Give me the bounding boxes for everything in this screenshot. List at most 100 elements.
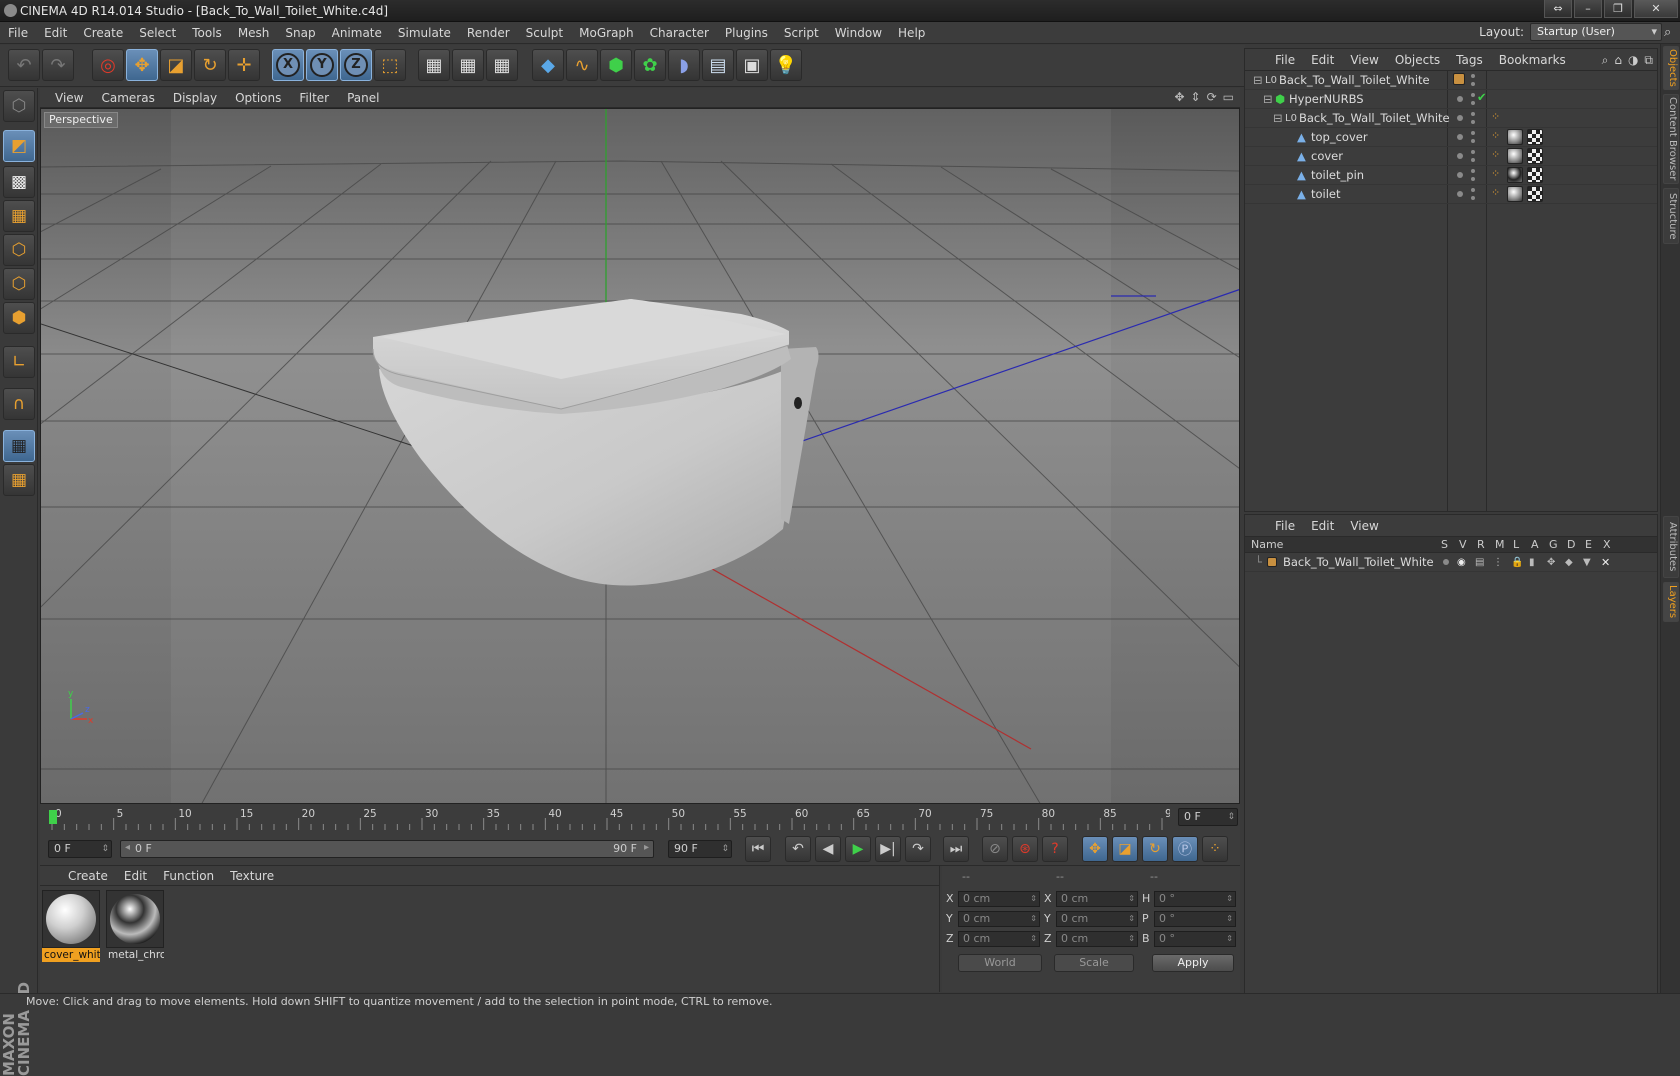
menu-file[interactable]: File <box>0 26 36 40</box>
search-icon[interactable]: ⌕ <box>1664 25 1680 41</box>
editor-visibility-dot[interactable] <box>1471 131 1475 135</box>
scale-tool-icon[interactable]: ◪ <box>160 49 192 81</box>
weight-tag-icon[interactable]: ⁘ <box>1491 186 1503 200</box>
layer-dot[interactable] <box>1457 172 1463 178</box>
key-position-icon[interactable]: ✥ <box>1082 836 1108 862</box>
make-editable-icon[interactable]: ⬡ <box>3 90 35 122</box>
array-cloner-icon[interactable]: ✿ <box>634 49 666 81</box>
autokeying-icon[interactable]: ⊛ <box>1012 836 1038 862</box>
minimize-button[interactable]: – <box>1574 0 1602 18</box>
editor-visibility-dot[interactable] <box>1471 188 1475 192</box>
rotate-tool-icon[interactable]: ↻ <box>194 49 226 81</box>
timeline-ruler[interactable]: 051015202530354045505560657075808590 0 F <box>40 804 1240 832</box>
spline-pen-icon[interactable]: ∿ <box>566 49 598 81</box>
start-frame-field[interactable]: 0 F <box>48 840 112 858</box>
viewport-canvas[interactable]: y z x Perspective <box>40 108 1240 804</box>
menu-edit[interactable]: Edit <box>36 26 75 40</box>
rotation-h-field[interactable]: 0 ° <box>1154 891 1236 907</box>
texture-mode-icon[interactable]: ▩ <box>3 166 35 198</box>
menu-select[interactable]: Select <box>131 26 184 40</box>
layer-menu-view[interactable]: View <box>1342 519 1386 533</box>
key-parameter-icon[interactable]: Ⓟ <box>1172 836 1198 862</box>
viewport-menu-display[interactable]: Display <box>164 91 226 105</box>
weight-tag-icon[interactable]: ⁘ <box>1491 110 1503 124</box>
layer-col-locked[interactable]: L <box>1513 537 1519 552</box>
menu-create[interactable]: Create <box>75 26 131 40</box>
layer-menu-edit[interactable]: Edit <box>1303 519 1342 533</box>
apply-button[interactable]: Apply <box>1152 954 1234 972</box>
key-pla-icon[interactable]: ⁘ <box>1202 836 1228 862</box>
undo-icon[interactable]: ↶ <box>8 49 40 81</box>
object-menu-bookmarks[interactable]: Bookmarks <box>1491 53 1574 67</box>
layer-col-animation[interactable]: A <box>1531 537 1539 552</box>
tab-objects[interactable]: Objects <box>1663 46 1679 90</box>
recent-tool-icon[interactable]: ✛ <box>228 49 260 81</box>
object-row[interactable]: ▲ cover ⁘ <box>1245 147 1657 166</box>
layer-dot[interactable] <box>1457 134 1463 140</box>
editor-visibility-dot[interactable] <box>1471 169 1475 173</box>
render-visibility-dot[interactable] <box>1471 101 1475 105</box>
material-menu-function[interactable]: Function <box>155 869 222 883</box>
weight-tag-icon[interactable]: ⁘ <box>1491 129 1503 143</box>
layer-row[interactable]: └ Back_To_Wall_Toilet_White ◉ ▤ ⋮ 🔒 ▮ ✥ … <box>1245 553 1657 572</box>
layer-col-manager[interactable]: M <box>1495 537 1505 552</box>
position-z-field[interactable]: 0 cm <box>958 931 1040 947</box>
key-scale-icon[interactable]: ◪ <box>1112 836 1138 862</box>
new-window-icon[interactable]: ⧉ <box>1644 53 1653 68</box>
editor-visibility-dot[interactable] <box>1471 150 1475 154</box>
layer-col-deformers[interactable]: D <box>1567 537 1575 552</box>
editor-visibility-dot[interactable] <box>1471 112 1475 116</box>
uvw-tag-icon[interactable] <box>1527 186 1543 202</box>
material-swatch[interactable]: cover_whit <box>42 890 100 962</box>
y-axis-lock-button[interactable]: Y <box>306 49 338 81</box>
dolly-icon[interactable]: ⇕ <box>1191 90 1201 104</box>
render-visibility-dot[interactable] <box>1471 177 1475 181</box>
tab-structure[interactable]: Structure <box>1663 188 1679 244</box>
object-row[interactable]: ⊟ L0 Back_To_Wall_Toilet_White ⁘ <box>1245 109 1657 128</box>
layer-col-solo[interactable]: S <box>1441 537 1448 552</box>
polygons-mode-icon[interactable]: ⬢ <box>3 302 35 334</box>
layer-color-swatch[interactable] <box>1267 557 1277 567</box>
render-view-icon[interactable]: ▦ <box>418 49 450 81</box>
axis-mode-icon[interactable]: ∟ <box>3 346 35 378</box>
rotation-p-field[interactable]: 0 ° <box>1154 911 1236 927</box>
material-tag-white-icon[interactable] <box>1507 129 1523 145</box>
tab-content-browser[interactable]: Content Browser <box>1663 94 1679 184</box>
layer-dot[interactable] <box>1457 191 1463 197</box>
search-icon[interactable]: ⌕ <box>1602 53 1609 68</box>
layer-col-name[interactable]: Name <box>1251 537 1283 552</box>
render-visibility-dot[interactable] <box>1471 196 1475 200</box>
layer-col-render[interactable]: R <box>1477 537 1485 552</box>
layer-lock-icon[interactable]: 🔒 <box>1511 557 1523 568</box>
maximize-button[interactable]: ❐ <box>1604 0 1632 18</box>
object-menu-objects[interactable]: Objects <box>1387 53 1448 67</box>
object-menu-tags[interactable]: Tags <box>1448 53 1491 67</box>
menu-mesh[interactable]: Mesh <box>230 26 278 40</box>
render-visibility-dot[interactable] <box>1471 120 1475 124</box>
layer-dot[interactable] <box>1457 115 1463 121</box>
viewport-menu-options[interactable]: Options <box>226 91 290 105</box>
menu-window[interactable]: Window <box>827 26 890 40</box>
material-tag-white-icon[interactable] <box>1507 186 1523 202</box>
menu-simulate[interactable]: Simulate <box>390 26 459 40</box>
coordinate-system-icon[interactable]: ⬚ <box>374 49 406 81</box>
workplane-lock-icon[interactable]: ▦ <box>3 430 35 462</box>
deformer-bend-icon[interactable]: ◗ <box>668 49 700 81</box>
key-rotation-icon[interactable]: ↻ <box>1142 836 1168 862</box>
render-settings-icon[interactable]: ▦ <box>486 49 518 81</box>
position-y-field[interactable]: 0 cm <box>958 911 1040 927</box>
points-mode-icon[interactable]: ⬡ <box>3 234 35 266</box>
position-x-field[interactable]: 0 cm <box>958 891 1040 907</box>
render-visibility-dot[interactable] <box>1471 139 1475 143</box>
layer-view-eye-icon[interactable]: ◉ <box>1457 557 1466 568</box>
orbit-icon[interactable]: ⟳ <box>1207 90 1217 104</box>
edges-mode-icon[interactable]: ⬡ <box>3 268 35 300</box>
editor-visibility-dot[interactable] <box>1471 74 1475 78</box>
layer-manager-tree-icon[interactable]: ⋮ <box>1493 557 1503 568</box>
light-bulb-icon[interactable]: 💡 <box>770 49 802 81</box>
coord-mode-dropdown[interactable]: World <box>958 954 1042 972</box>
layer-render-clapper-icon[interactable]: ▤ <box>1475 557 1484 568</box>
size-x-field[interactable]: 0 cm <box>1056 891 1138 907</box>
viewport-menu-panel[interactable]: Panel <box>338 91 388 105</box>
next-key-icon[interactable]: ↷ <box>905 836 931 862</box>
